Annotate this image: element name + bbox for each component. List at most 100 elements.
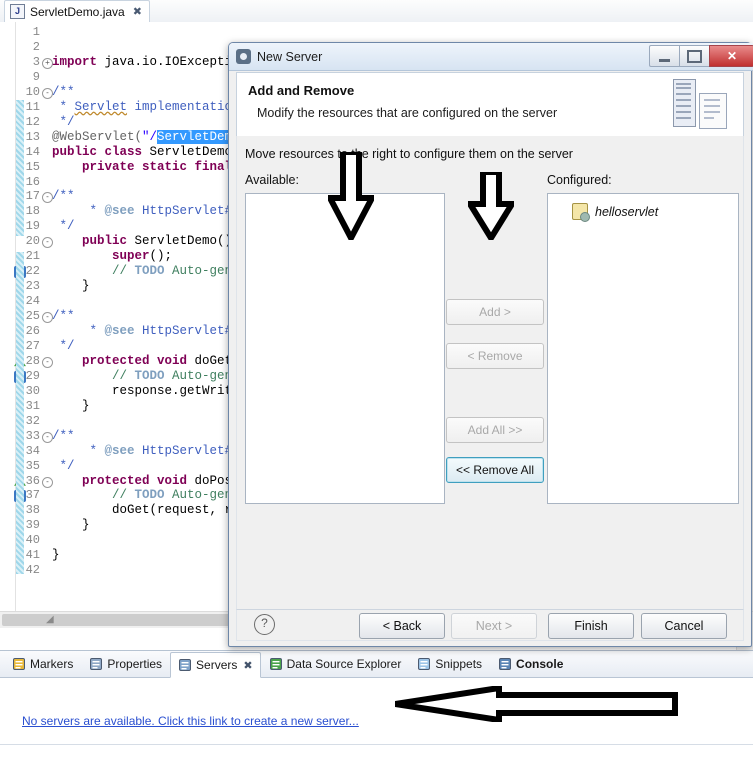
- code-line[interactable]: protected void doGet(: [52, 354, 240, 368]
- code-line[interactable]: */: [52, 115, 75, 129]
- dialog-header-title: Add and Remove: [248, 83, 355, 98]
- code-line[interactable]: @WebServlet("/ServletDemo: [52, 129, 240, 144]
- code-line[interactable]: * @see HttpServlet#d: [52, 324, 240, 338]
- bottom-tab-data-source-explorer[interactable]: Data Source Explorer: [261, 651, 410, 677]
- line-number: 26: [25, 324, 40, 338]
- available-list[interactable]: [245, 193, 445, 504]
- line-number: 20: [25, 234, 40, 249]
- line-number: 23: [25, 279, 40, 294]
- remove-button[interactable]: < Remove: [446, 343, 544, 369]
- java-file-icon: J: [10, 4, 25, 19]
- bottom-tab-properties[interactable]: Properties: [81, 651, 170, 677]
- dialog-footer: ? < Back Next > Finish Cancel: [236, 609, 744, 641]
- minimize-button[interactable]: [649, 45, 679, 67]
- cancel-button[interactable]: Cancel: [641, 613, 727, 639]
- code-line[interactable]: }: [52, 518, 90, 532]
- list-item[interactable]: helloservlet: [572, 203, 659, 222]
- bottom-tab-snippets[interactable]: Snippets: [409, 651, 490, 677]
- code-line[interactable]: */: [52, 339, 75, 353]
- line-number: 32: [25, 413, 40, 428]
- next-button[interactable]: Next >: [451, 613, 537, 639]
- configured-label: Configured:: [547, 173, 612, 187]
- help-icon[interactable]: ?: [254, 614, 275, 635]
- code-line[interactable]: super();: [52, 249, 172, 263]
- bottom-tab-label: Data Source Explorer: [286, 657, 402, 671]
- line-number: 27: [25, 338, 40, 353]
- bottom-tab-console[interactable]: Console: [490, 651, 571, 677]
- code-line[interactable]: }: [52, 399, 90, 413]
- code-line[interactable]: public ServletDemo(): [52, 234, 232, 248]
- line-number: 1: [32, 25, 40, 39]
- view-divider: [0, 744, 753, 745]
- properties-icon: [89, 657, 103, 671]
- line-number: 2: [32, 39, 40, 54]
- code-line[interactable]: * @see HttpServlet#H: [52, 204, 240, 218]
- line-number: 22: [25, 264, 40, 279]
- line-number: 9: [32, 69, 40, 84]
- code-line[interactable]: * @see HttpServlet#d: [52, 444, 240, 458]
- code-line[interactable]: }: [52, 279, 90, 293]
- code-line[interactable]: /**: [52, 189, 75, 203]
- server-and-document-icon: [673, 79, 731, 131]
- close-button[interactable]: ✕: [709, 45, 753, 67]
- code-line[interactable]: // TODO Auto-gene: [52, 264, 240, 278]
- line-number: 24: [25, 294, 40, 309]
- add-all-button[interactable]: Add All >>: [446, 417, 544, 443]
- code-line[interactable]: import java.io.IOExceptio: [52, 55, 240, 69]
- console-icon: [498, 657, 512, 671]
- server-gear-icon: [236, 49, 251, 64]
- code-line[interactable]: private static final: [52, 160, 232, 174]
- remove-all-button[interactable]: << Remove All: [446, 457, 544, 483]
- dialog-title-bar[interactable]: New Server ✕: [229, 43, 753, 71]
- code-line[interactable]: */: [52, 219, 75, 233]
- line-number: 15: [25, 159, 40, 174]
- create-new-server-link[interactable]: No servers are available. Click this lin…: [22, 714, 359, 728]
- add-button[interactable]: Add >: [446, 299, 544, 325]
- code-line[interactable]: // TODO Auto-gene: [52, 488, 240, 502]
- dialog-body: Move resources to the right to configure…: [236, 136, 744, 609]
- line-number: 33: [25, 428, 40, 443]
- code-line[interactable]: // TODO Auto-gene: [52, 369, 240, 383]
- close-icon[interactable]: ✖: [243, 659, 252, 672]
- line-number-ruler: 1 2 3 +9 10-11 12 13 14 15 16 17-18 19 20-21 22 23 24 25…: [0, 22, 53, 628]
- line-number: 16: [25, 174, 40, 189]
- dialog-title-label: New Server: [257, 49, 323, 64]
- line-number: 30: [25, 383, 40, 398]
- code-line[interactable]: protected void doPost: [52, 474, 240, 488]
- line-number: 29: [25, 368, 40, 383]
- code-line[interactable]: * Servlet implementation: [52, 100, 240, 114]
- markers-icon: [12, 657, 26, 671]
- bottom-tab-servers[interactable]: Servers ✖: [170, 652, 261, 678]
- code-line[interactable]: /**: [52, 429, 75, 443]
- line-number: 28: [25, 353, 40, 368]
- code-line[interactable]: doGet(request, re: [52, 503, 240, 517]
- line-number: 3: [32, 54, 40, 69]
- editor-tab-servletdemo[interactable]: J ServletDemo.java ✖: [4, 0, 150, 22]
- servers-icon: [178, 658, 192, 672]
- line-number: 38: [25, 503, 40, 518]
- bottom-tab-label: Console: [516, 657, 564, 671]
- list-item-label: helloservlet: [595, 204, 659, 219]
- code-line[interactable]: }: [52, 548, 60, 562]
- instruction-text: Move resources to the right to configure…: [245, 147, 573, 161]
- bottom-tab-bar: Markers Properties Servers ✖ Data Source Exp…: [0, 651, 753, 678]
- code-line[interactable]: /**: [52, 85, 75, 99]
- code-line[interactable]: /**: [52, 309, 75, 323]
- bottom-tab-markers[interactable]: Markers: [4, 651, 81, 677]
- resize-handle-icon[interactable]: ◢: [46, 614, 60, 626]
- bottom-tab-label: Markers: [30, 657, 74, 671]
- back-button[interactable]: < Back: [359, 613, 445, 639]
- line-number: 13: [25, 129, 40, 144]
- code-line[interactable]: */: [52, 459, 75, 473]
- close-icon[interactable]: ✖: [133, 5, 142, 18]
- new-server-dialog[interactable]: New Server ✕ Add and Remove Modify the r…: [228, 42, 753, 647]
- dialog-header-subtitle: Modify the resources that are configured…: [257, 106, 558, 120]
- code-line[interactable]: response.getWrite: [52, 384, 240, 398]
- bottom-view-stack: Markers Properties Servers ✖ Data Source Exp…: [0, 650, 753, 776]
- maximize-button[interactable]: [679, 45, 709, 67]
- configured-list[interactable]: helloservlet: [547, 193, 739, 504]
- line-number: 17: [25, 189, 40, 204]
- finish-button[interactable]: Finish: [548, 613, 634, 639]
- line-number: 21: [25, 249, 40, 264]
- code-line[interactable]: public class ServletDemo: [52, 145, 232, 159]
